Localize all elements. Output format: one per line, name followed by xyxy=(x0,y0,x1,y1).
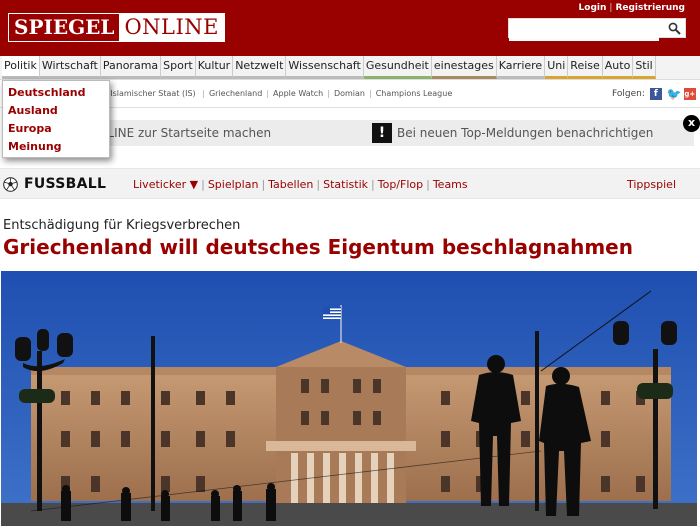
topic-link[interactable]: Apple Watch xyxy=(273,89,323,98)
topic-separator: | xyxy=(266,89,270,98)
google-plus-icon[interactable]: g+ xyxy=(683,88,696,100)
nav-item-reise[interactable]: Reise xyxy=(568,56,603,79)
notify-link[interactable]: Bei neuen Top-Meldungen benachrichtigen xyxy=(397,126,653,140)
nav-item-karriere[interactable]: Karriere xyxy=(496,56,546,79)
topic-tail[interactable]: : Islamischer Staat (IS) xyxy=(105,89,196,98)
fussball-link[interactable]: Tabellen xyxy=(265,178,316,191)
nav-item-auto[interactable]: Auto xyxy=(602,56,634,79)
twitter-icon[interactable]: 🐦 xyxy=(666,88,682,100)
spiegel-online-logo[interactable]: SPIEGEL ONLINE xyxy=(8,13,226,42)
nav-item-stil[interactable]: Stil xyxy=(633,56,656,79)
alert-icon: ! xyxy=(372,123,392,143)
nav-item-gesundheit[interactable]: Gesundheit xyxy=(363,56,432,79)
nav-item-uni[interactable]: Uni xyxy=(545,56,569,79)
topic-separator: | xyxy=(369,89,372,98)
topic-separator: | xyxy=(327,89,330,98)
topic-link[interactable]: Domian xyxy=(334,89,365,98)
dropdown-item-europa[interactable]: Europa xyxy=(3,120,109,138)
account-links: Login | Registrierung xyxy=(578,3,685,13)
login-link[interactable]: Login xyxy=(579,3,607,13)
fussball-title: FUSSBALL xyxy=(24,176,107,192)
fussball-links: Liveticker ▼ | Spielplan | Tabellen | Statisti… xyxy=(130,178,471,191)
article-kicker: Entschädigung für Kriegsverbrechen xyxy=(3,218,241,233)
topic-link[interactable]: Champions League xyxy=(376,89,453,98)
search-input[interactable] xyxy=(509,22,659,41)
fussball-link[interactable]: Spielplan xyxy=(205,178,262,191)
nav-item-politik[interactable]: Politik xyxy=(2,56,40,79)
close-icon[interactable]: x xyxy=(683,115,700,132)
soccer-ball-icon xyxy=(3,177,18,192)
search-box xyxy=(508,18,686,41)
topic-separator: | xyxy=(202,89,205,98)
dropdown-item-ausland[interactable]: Ausland xyxy=(3,102,109,120)
hero-image[interactable] xyxy=(1,271,697,526)
logo-spiegel: SPIEGEL xyxy=(9,14,120,41)
dropdown-item-deutschland[interactable]: Deutschland xyxy=(3,84,109,102)
fussball-link[interactable]: Liveticker ▼ xyxy=(130,178,201,191)
nav-item-netzwelt[interactable]: Netzwelt xyxy=(233,56,287,79)
fussball-link[interactable]: Teams xyxy=(430,178,471,191)
nav-item-kultur[interactable]: Kultur xyxy=(195,56,234,79)
article-headline[interactable]: Griechenland will deutsches Eigentum bes… xyxy=(3,235,633,259)
tippspiel-link[interactable]: Tippspiel xyxy=(627,178,676,191)
nav-item-wirtschaft[interactable]: Wirtschaft xyxy=(39,56,101,79)
nav-item-sport[interactable]: Sport xyxy=(161,56,196,79)
site-header: SPIEGEL ONLINE Login | Registrierung xyxy=(0,0,700,56)
nav-item-wissenschaft[interactable]: Wissenschaft xyxy=(286,56,364,79)
follow-label: Folgen: xyxy=(612,89,645,99)
nav-item-einestages[interactable]: einestages xyxy=(431,56,497,79)
politik-dropdown: Deutschland Ausland Europa Meinung xyxy=(2,80,110,158)
fussball-bar: FUSSBALL Liveticker ▼ | Spielplan | Tabellen… xyxy=(0,168,700,199)
topic-link[interactable]: Griechenland xyxy=(209,89,262,98)
fussball-link[interactable]: Top/Flop xyxy=(375,178,426,191)
parliament-photo xyxy=(1,271,697,526)
topic-list: : Islamischer Staat (IS) | Griechenland | A… xyxy=(105,89,452,98)
facebook-icon[interactable]: f xyxy=(649,88,662,100)
register-link[interactable]: Registrierung xyxy=(615,3,685,13)
logo-online: ONLINE xyxy=(119,14,225,41)
main-navigation: Politik Wirtschaft Panorama Sport Kultur Netz… xyxy=(0,56,700,80)
dropdown-item-meinung[interactable]: Meinung xyxy=(3,138,109,156)
follow-bar: Folgen: f 🐦 g+ xyxy=(612,88,696,100)
nav-item-panorama[interactable]: Panorama xyxy=(100,56,162,79)
fussball-link[interactable]: Statistik xyxy=(320,178,371,191)
search-icon[interactable] xyxy=(668,22,681,35)
